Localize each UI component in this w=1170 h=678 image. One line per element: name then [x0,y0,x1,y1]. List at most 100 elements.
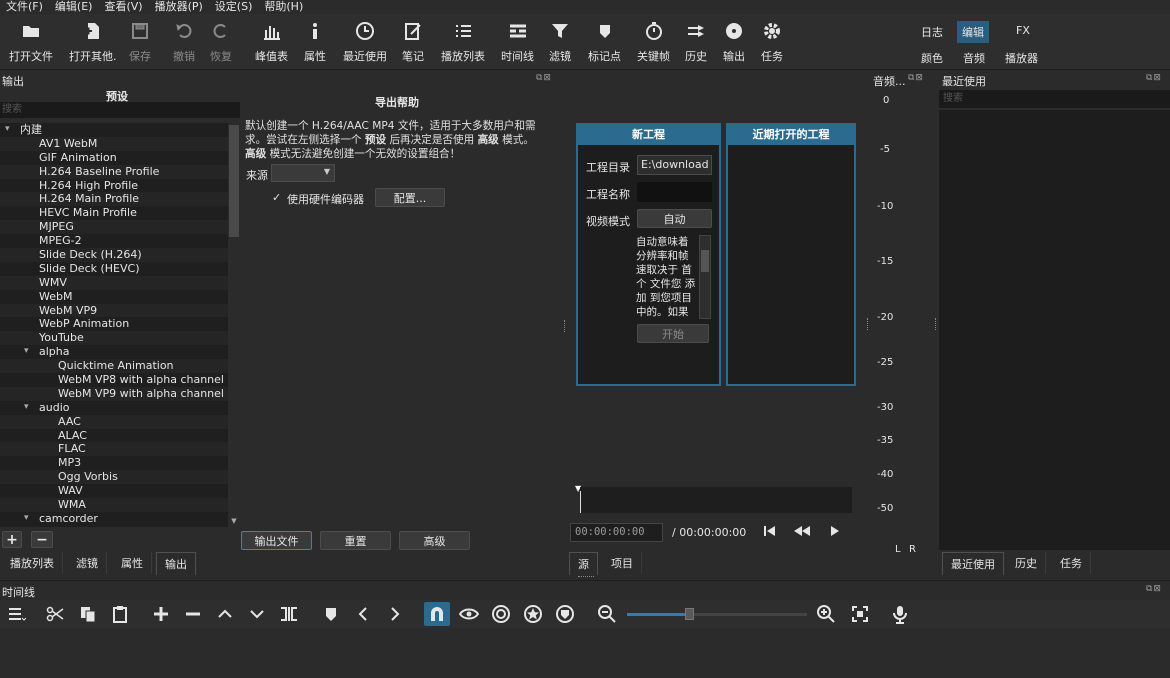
hw-encoder-checkbox[interactable]: ✓ [272,191,281,204]
rewind-icon[interactable] [793,524,811,540]
scrubber-bar[interactable] [580,487,852,513]
layout-edit[interactable]: 编辑 [957,21,989,43]
description-scroll-thumb[interactable] [701,250,709,272]
tab-jobs[interactable]: 任务 [1052,552,1091,574]
expand-arrow-icon[interactable]: ▾ [24,345,29,359]
ripple-all-tracks-icon[interactable] [523,604,543,624]
overwrite-icon[interactable] [247,604,267,624]
preset-item[interactable]: ▾ audio [0,401,240,415]
playlist-button[interactable]: 播放列表 [441,20,485,64]
timecode-field[interactable]: 00:00:00:00 [570,523,663,542]
preset-item[interactable]: WAV [0,484,240,498]
preset-item[interactable]: GIF Animation [0,151,240,165]
recent-dock-float-icon[interactable]: ⧉⊠ [1146,73,1162,83]
splitter-handle[interactable] [935,318,938,330]
menu-help[interactable]: 帮助(H) [258,0,309,14]
layout-fx[interactable]: FX [1016,24,1030,37]
preset-item[interactable]: MJPEG [0,220,240,235]
video-mode-button[interactable]: 自动 [637,209,712,228]
tab-history[interactable]: 历史 [1007,552,1046,574]
preset-scrollbar[interactable]: ▼ [228,123,240,527]
filters-button[interactable]: 滤镜 [549,20,571,64]
layout-player[interactable]: 播放器 [1005,50,1038,66]
preset-item[interactable]: ▾ camcorder [0,512,240,526]
preset-item[interactable]: Slide Deck (H.264) [0,248,240,262]
recent-search-input[interactable]: 搜索 [939,90,1170,108]
preset-item[interactable]: WebM VP8 with alpha channel [0,373,240,387]
configure-button[interactable]: 配置... [375,188,445,207]
tab-project[interactable]: 项目 [603,552,642,574]
expand-arrow-icon[interactable]: ▾ [24,512,29,526]
scroll-down-icon[interactable]: ▼ [229,517,239,527]
split-icon[interactable] [279,604,299,624]
snap-magnet-icon[interactable] [424,602,450,626]
keyframes-button[interactable]: 关键帧 [637,20,670,64]
splitter-handle[interactable] [564,320,567,332]
zoom-in-icon[interactable] [816,604,836,624]
zoom-fit-icon[interactable] [850,604,870,624]
properties-button[interactable]: 属性 [304,20,326,64]
description-scrollbar[interactable] [699,235,711,319]
expand-arrow-icon[interactable]: ▾ [5,123,10,137]
preset-item[interactable]: ALAC [0,429,240,443]
preset-item[interactable]: Quicktime Animation [0,359,240,374]
tab-recent[interactable]: 最近使用 [942,552,1004,575]
preset-item[interactable]: WebM VP9 with alpha channel [0,386,240,401]
menu-player[interactable]: 播放器(P) [149,0,209,14]
zoom-slider-handle[interactable] [685,608,694,620]
preset-item[interactable]: HEVC Main Profile [0,206,240,220]
preset-item[interactable]: WMA [0,498,240,512]
export-button[interactable]: 输出 [723,20,745,64]
source-select[interactable]: ▼ [271,164,335,182]
paste-icon[interactable] [110,604,130,624]
remove-icon[interactable] [183,604,203,624]
preset-search-input[interactable]: 搜索 [0,102,240,118]
tab-filters[interactable]: 滤镜 [68,552,107,574]
export-file-button[interactable]: 输出文件 [241,531,312,550]
splitter-handle[interactable] [867,318,870,330]
start-button[interactable]: 开始 [637,324,709,343]
preset-item[interactable]: ▾ alpha [0,345,240,359]
tab-source[interactable]: 源 [569,552,598,575]
play-icon[interactable] [829,524,841,540]
horizontal-splitter[interactable] [578,576,594,578]
layout-color[interactable]: 颜色 [921,50,943,66]
ripple-markers-icon[interactable] [555,604,575,624]
menu-settings[interactable]: 设定(S) [209,0,259,14]
scrollbar-thumb[interactable] [229,125,239,237]
preset-item[interactable]: Ogg Vorbis [0,470,240,485]
menu-view[interactable]: 查看(V) [98,0,148,14]
timeline-menu-icon[interactable] [7,604,27,624]
save-button[interactable]: 保存 [129,20,151,64]
preset-item[interactable]: AAC [0,414,240,429]
previous-marker-icon[interactable] [353,604,373,624]
dock-float-icon[interactable]: ⧉⊠ [536,73,552,83]
undo-button[interactable]: 撤销 [173,20,195,64]
preset-item[interactable]: H.264 Baseline Profile [0,164,240,179]
ripple-icon[interactable] [491,604,511,624]
layout-audio[interactable]: 音频 [963,50,985,66]
preset-item[interactable]: WMV [0,275,240,290]
project-name-field[interactable] [637,182,712,202]
tab-playlist[interactable]: 播放列表 [2,552,63,574]
preset-item[interactable]: ▾ 内建 [0,123,240,137]
menu-edit[interactable]: 编辑(E) [49,0,99,14]
expand-arrow-icon[interactable]: ▾ [24,401,29,415]
reset-button[interactable]: 重置 [320,531,391,550]
recent-button[interactable]: 最近使用 [343,20,387,64]
zoom-out-icon[interactable] [597,604,617,624]
jobs-button[interactable]: 任务 [761,20,783,64]
skip-previous-icon[interactable] [763,524,777,540]
markers-button[interactable]: 标记点 [588,20,621,64]
preset-item[interactable]: FLAC [0,442,240,457]
preset-item[interactable]: H.264 Main Profile [0,192,240,207]
preset-item[interactable]: H.264 High Profile [0,179,240,193]
preset-item[interactable]: YouTube [0,331,240,346]
notes-button[interactable]: 笔记 [402,20,424,64]
tab-export[interactable]: 输出 [156,552,196,575]
scrub-eye-icon[interactable] [459,604,479,624]
layout-log[interactable]: 日志 [921,24,943,40]
marker-icon[interactable] [321,604,341,624]
lift-icon[interactable] [215,604,235,624]
preset-item[interactable]: AV1 WebM [0,136,240,151]
